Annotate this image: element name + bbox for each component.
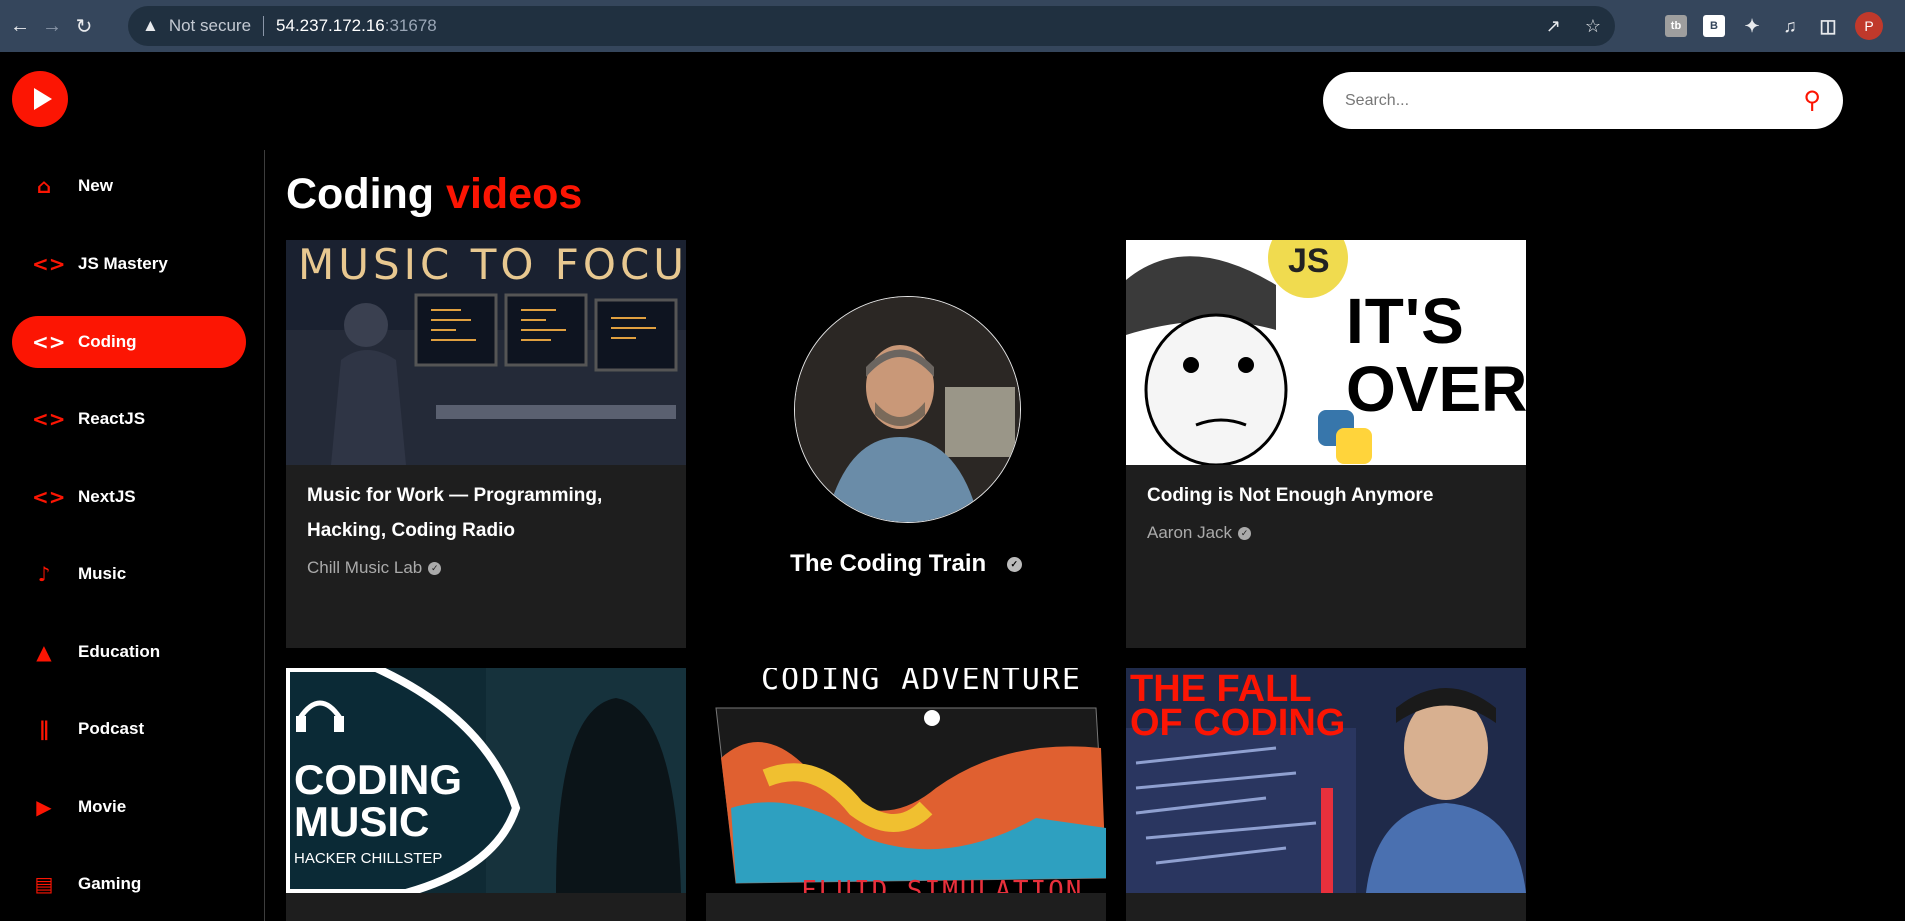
page-title-main: Coding	[286, 170, 435, 218]
home-icon: ⌂	[36, 174, 52, 198]
code-icon: <>	[32, 485, 66, 509]
forward-icon[interactable]: →	[40, 14, 64, 38]
code-icon: <>	[32, 252, 66, 276]
search-input[interactable]: Search...	[1345, 92, 1803, 110]
security-status: Not secure	[168, 16, 252, 35]
music-note-icon: ♪	[37, 562, 51, 586]
live-tv-icon: ▶	[36, 795, 52, 819]
search-icon[interactable]: ⚲	[1803, 86, 1821, 115]
sidebar-item-label: NextJS	[78, 487, 136, 506]
video-thumbnail[interactable]: JS IT'S OVER	[1126, 240, 1526, 465]
video-card[interactable]: JS IT'S OVER Coding is Not Enough Anymor…	[1126, 240, 1526, 648]
sidebar-item-label: ReactJS	[78, 409, 146, 428]
video-thumbnail[interactable]: CODING MUSIC HACKER CHILLSTEP	[286, 668, 686, 893]
video-card[interactable]: MUSIC TO FOCU Music for Work — Programmi…	[286, 240, 686, 648]
page-title: Coding videos	[286, 170, 582, 219]
js-badge-text: JS	[1288, 242, 1330, 280]
back-icon[interactable]: ←	[8, 14, 32, 38]
video-thumbnail[interactable]: THE FALL OF CODING	[1126, 668, 1526, 893]
reload-icon[interactable]: ↻	[72, 14, 96, 38]
channel-name[interactable]: Aaron Jack ✓	[1147, 523, 1252, 543]
video-title[interactable]: Music for Work — Programming, Hacking, C…	[307, 478, 667, 548]
browser-toolbar: ← → ↻ ▲ Not secure 54.237.172.16:31678 ↗…	[0, 0, 1905, 52]
verified-icon: ✓	[1006, 557, 1022, 573]
sidebar-item-nextjs[interactable]: <> NextJS	[12, 471, 246, 523]
code-icon: <>	[32, 330, 66, 354]
puzzle-icon[interactable]: ✦	[1741, 15, 1763, 37]
side-panel-icon[interactable]: ◫	[1817, 15, 1839, 37]
sidebar-item-label: Education	[78, 642, 161, 661]
video-title[interactable]: Coding is Not Enough Anymore	[1147, 478, 1507, 513]
thumbnail-text: CODING	[294, 756, 462, 803]
channel-name-text: Chill Music Lab	[307, 558, 423, 577]
sidebar-item-reactjs[interactable]: <> ReactJS	[12, 393, 246, 445]
extension-tb-icon[interactable]: tb	[1665, 15, 1687, 37]
share-icon[interactable]: ↗	[1546, 16, 1561, 37]
sidebar-item-education[interactable]: ▲ Education	[12, 626, 246, 678]
warning-icon: ▲	[142, 16, 159, 35]
avatar-image	[795, 297, 1020, 522]
sidebar-item-label: Coding	[78, 332, 137, 351]
media-queue-icon[interactable]: ♫	[1779, 15, 1801, 37]
thumbnail-text: FLUID SIMULATION	[801, 876, 1084, 893]
thumbnail-text: HACKER CHILLSTEP	[294, 850, 443, 867]
sidebar-item-gaming[interactable]: ▤ Gaming	[12, 858, 246, 910]
school-icon: ▲	[36, 640, 52, 664]
sidebar-item-label: JS Mastery	[78, 254, 168, 273]
sidebar-item-js-mastery[interactable]: <> JS Mastery	[12, 238, 246, 290]
podcast-icon: ∥	[39, 717, 49, 741]
thumbnail-image	[706, 668, 1106, 893]
sidebar-item-music[interactable]: ♪ Music	[12, 548, 246, 600]
sidebar-item-movie[interactable]: ▶ Movie	[12, 781, 246, 833]
video-thumbnail[interactable]: CODING ADVENTURE FLUID SIMULATION	[706, 668, 1106, 893]
thumbnail-text: CODING ADVENTURE	[761, 668, 1082, 697]
gamepad-icon: ▤	[34, 872, 54, 896]
extension-b-icon[interactable]: B	[1703, 15, 1725, 37]
channel-card[interactable]: The Coding Train ✓	[706, 240, 1106, 648]
verified-icon: ✓	[428, 562, 442, 576]
thumbnail-text: OF CODING	[1130, 702, 1346, 744]
url-port: :31678	[384, 16, 437, 35]
app-logo[interactable]	[12, 71, 68, 127]
channel-title-text: The Coding Train	[790, 550, 987, 577]
verified-icon: ✓	[1238, 527, 1252, 541]
play-icon	[33, 88, 52, 110]
page-title-accent: videos	[446, 170, 583, 218]
thumbnail-text: MUSIC TO FOCU	[298, 240, 686, 289]
video-card[interactable]: THE FALL OF CODING	[1126, 668, 1526, 921]
bookmark-star-icon[interactable]: ☆	[1585, 16, 1601, 37]
thumbnail-text: OVER	[1346, 353, 1526, 425]
video-thumbnail[interactable]: MUSIC TO FOCU	[286, 240, 686, 465]
sidebar-item-podcast[interactable]: ∥ Podcast	[12, 703, 246, 755]
sidebar-item-label: New	[78, 176, 113, 195]
thumbnail-text: MUSIC	[294, 798, 430, 845]
profile-avatar[interactable]: P	[1855, 12, 1883, 40]
search-bar[interactable]: Search... ⚲	[1323, 72, 1843, 129]
sidebar-item-label: Movie	[78, 797, 127, 816]
address-bar[interactable]: ▲ Not secure 54.237.172.16:31678 ↗ ☆	[128, 6, 1615, 46]
url-host: 54.237.172.16	[276, 16, 385, 35]
thumbnail-text: IT'S	[1346, 285, 1465, 357]
sidebar: ⌂ New <> JS Mastery <> Coding <> ReactJS…	[0, 150, 265, 921]
sidebar-item-label: Music	[78, 564, 127, 583]
channel-name-text: Aaron Jack	[1147, 523, 1233, 542]
sidebar-item-new[interactable]: ⌂ New	[12, 160, 246, 212]
channel-avatar[interactable]	[794, 296, 1021, 523]
code-icon: <>	[32, 407, 66, 431]
sidebar-item-label: Podcast	[78, 719, 145, 738]
video-card[interactable]: CODING MUSIC HACKER CHILLSTEP	[286, 668, 686, 921]
sidebar-item-label: Gaming	[78, 874, 142, 893]
video-card[interactable]: CODING ADVENTURE FLUID SIMULATION	[706, 668, 1106, 921]
divider	[263, 16, 265, 36]
channel-name[interactable]: Chill Music Lab ✓	[307, 558, 442, 578]
sidebar-item-coding[interactable]: <> Coding	[12, 316, 246, 368]
channel-title[interactable]: The Coding Train ✓	[706, 550, 1106, 578]
